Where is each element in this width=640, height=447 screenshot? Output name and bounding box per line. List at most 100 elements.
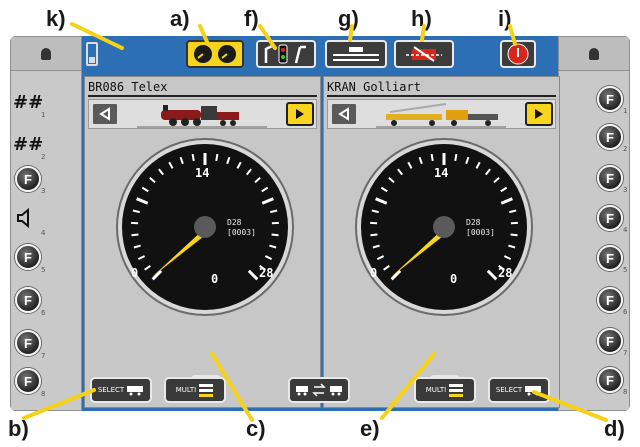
locomotive-list-button[interactable] (394, 40, 454, 68)
function-number: 6 (41, 309, 46, 317)
tick-label-min: 0 (370, 266, 377, 280)
left-loco-panel: BR086 Telex 0 14 28 D28 [0003] 0 (84, 76, 321, 408)
list-icon (449, 384, 464, 397)
dial-tick (131, 233, 139, 237)
lamp-icon (41, 47, 51, 60)
right-lamp-cell (559, 37, 629, 71)
previous-loco-button[interactable] (330, 102, 358, 126)
function-key-7[interactable]: F (597, 328, 623, 354)
dial-tick (454, 153, 458, 162)
function-key-2[interactable]: F (597, 124, 623, 150)
function-1-symbol[interactable]: ## (13, 92, 43, 113)
left-loco-selector (88, 99, 317, 129)
function-number: 7 (41, 352, 46, 360)
tick-label-min: 0 (131, 266, 138, 280)
callout-k: k) (46, 6, 66, 31)
function-number: 1 (623, 107, 628, 115)
right-speed-dial[interactable]: 0 14 28 D28 [0003] 0 (354, 137, 534, 317)
address-label: [0003] (466, 228, 495, 237)
function-number: 4 (41, 229, 46, 237)
left-loco-name: BR086 Telex (88, 80, 168, 94)
right-loco-name: KRAN Golliart (327, 80, 421, 94)
function-key-4[interactable]: F (597, 205, 623, 231)
protocol-label: D28 (466, 218, 481, 227)
function-number: 5 (41, 266, 46, 274)
arrow-left-icon (99, 107, 110, 121)
function-key-5[interactable]: F (15, 244, 41, 270)
function-key-3[interactable]: F (15, 166, 41, 192)
crane-wagon-image (376, 103, 506, 128)
next-loco-button[interactable] (286, 102, 314, 126)
lamp-icon (589, 47, 599, 60)
name-underline (88, 95, 317, 97)
dual-dial-view-button[interactable] (186, 40, 244, 68)
function-key-8[interactable]: F (15, 368, 41, 394)
list-icon (199, 384, 214, 397)
steam-loco-image (137, 105, 267, 128)
left-lamp-cell (11, 37, 81, 71)
tick-label-mid: 14 (434, 166, 448, 180)
multi-right-label: MULTI (425, 386, 447, 394)
callout-b: b) (8, 416, 29, 441)
next-loco-button[interactable] (525, 102, 553, 126)
callout-i: i) (498, 6, 512, 31)
tick-label-mid: 14 (195, 166, 209, 180)
function-key-8[interactable]: F (597, 367, 623, 393)
emergency-stop-button[interactable] (500, 40, 536, 68)
left-function-column: ## 1 ## 2 F 3 4 F 5 F 6 F 7 F 8 (10, 36, 82, 411)
left-speed-dial[interactable]: 0 14 28 D28 [0003] 0 (115, 137, 295, 317)
needle-hub (433, 216, 455, 238)
swap-locos-button[interactable] (288, 377, 350, 403)
function-key-5[interactable]: F (597, 245, 623, 271)
function-key-3[interactable]: F (597, 165, 623, 191)
battery-icon (86, 42, 98, 66)
stop-icon (507, 43, 529, 65)
select-right-label: SELECT (495, 386, 523, 394)
dial-tick (215, 153, 219, 162)
function-key-1[interactable]: F (597, 86, 623, 112)
callout-f: f) (244, 6, 259, 31)
callout-g: g) (338, 6, 359, 31)
needle-hub (194, 216, 216, 238)
right-function-column: F 1 F 2 F 3 F 4 F 5 F 6 F 7 F 8 (558, 36, 630, 411)
function-number: 2 (623, 145, 628, 153)
controller-screen: ## 1 ## 2 F 3 4 F 5 F 6 F 7 F 8 F 1 F 2 … (10, 36, 630, 411)
function-key-6[interactable]: F (15, 287, 41, 313)
track-icon (333, 47, 379, 61)
function-number: 2 (41, 153, 46, 161)
speaker-icon[interactable] (15, 207, 35, 229)
loco-red-icon (406, 46, 442, 62)
dial-tick (430, 153, 434, 162)
multi-right-button[interactable]: MULTI (414, 377, 476, 403)
callout-a: a) (170, 6, 190, 31)
dual-dial-icon (194, 45, 236, 63)
dial-tick (191, 153, 195, 162)
arrow-right-icon (296, 109, 304, 119)
protocol-label: D28 (227, 218, 242, 227)
name-underline (327, 95, 556, 97)
loco-icon (127, 386, 144, 396)
right-loco-panel: KRAN Golliart 0 14 28 D28 [0003] 0 (323, 76, 560, 408)
dial-tick (370, 233, 378, 237)
function-number: 8 (623, 388, 628, 396)
function-number: 8 (41, 390, 46, 398)
function-key-6[interactable]: F (597, 287, 623, 313)
current-speed: 0 (450, 272, 457, 286)
select-right-button[interactable]: SELECT (488, 377, 550, 403)
multi-left-button[interactable]: MULTI (164, 377, 226, 403)
callout-e: e) (360, 416, 380, 441)
tick-label-max: 28 (259, 266, 273, 280)
track-plan-button[interactable] (325, 40, 387, 68)
swap-icon (296, 383, 342, 397)
select-left-label: SELECT (97, 386, 125, 394)
function-number: 6 (623, 308, 628, 316)
accessories-button[interactable] (256, 40, 316, 68)
select-left-button[interactable]: SELECT (90, 377, 152, 403)
multi-left-label: MULTI (175, 386, 197, 394)
function-2-symbol[interactable]: ## (13, 134, 43, 155)
function-number: 5 (623, 266, 628, 274)
previous-loco-button[interactable] (91, 102, 119, 126)
function-key-7[interactable]: F (15, 330, 41, 356)
callout-d: d) (604, 416, 625, 441)
address-label: [0003] (227, 228, 256, 237)
